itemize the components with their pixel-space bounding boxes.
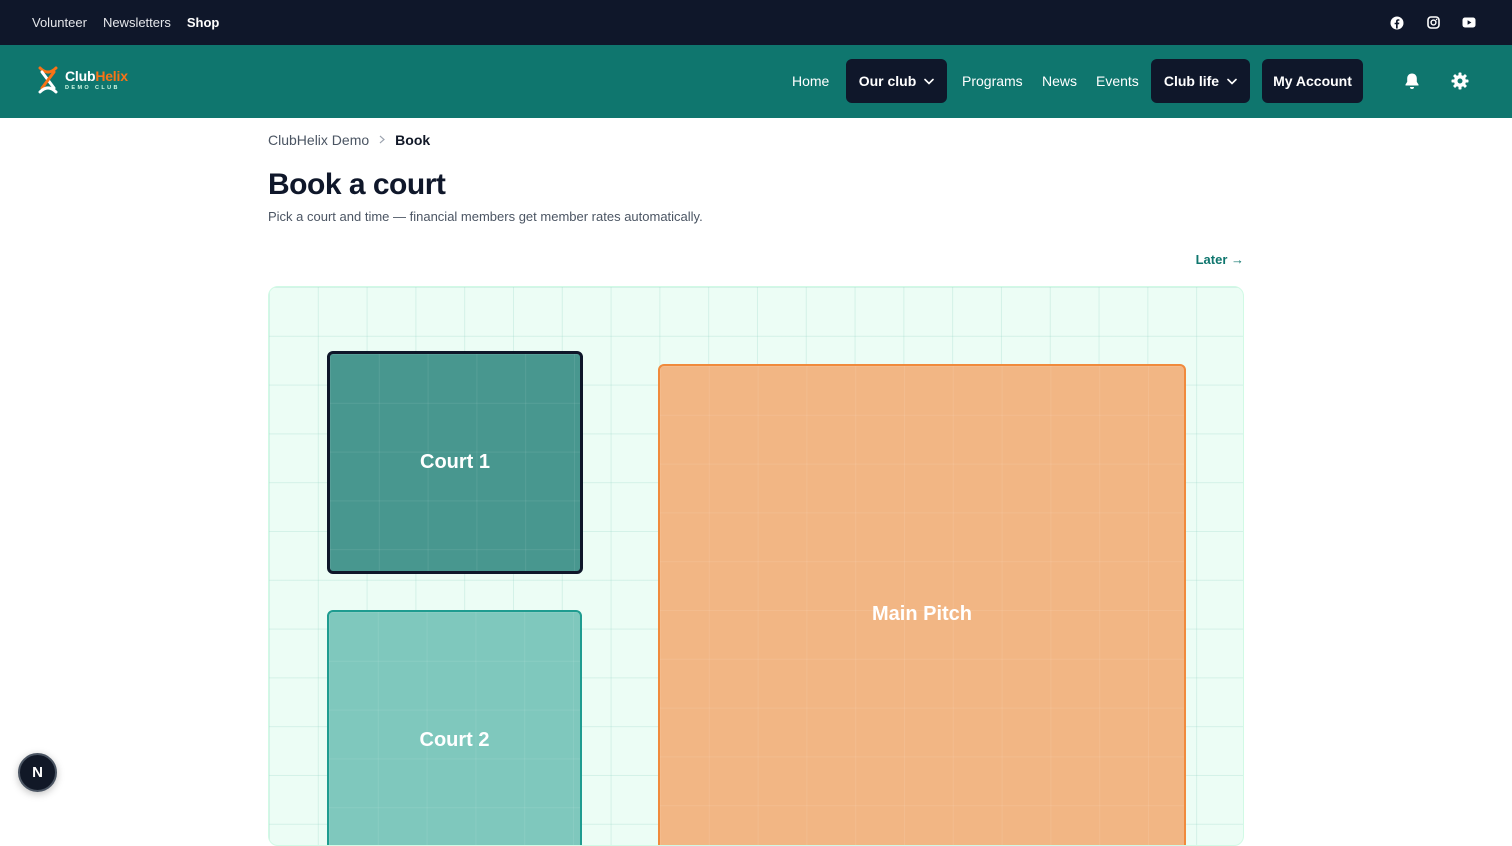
utility-links: Volunteer Newsletters Shop [32, 15, 219, 30]
shop-link[interactable]: Shop [187, 15, 220, 30]
facebook-icon[interactable] [1390, 16, 1404, 30]
instagram-icon[interactable] [1426, 16, 1440, 30]
nav-programs[interactable]: Programs [962, 73, 1023, 89]
chevron-down-icon [924, 78, 935, 85]
gear-icon[interactable] [1451, 72, 1469, 90]
breadcrumb-parent[interactable]: ClubHelix Demo [268, 132, 369, 148]
nav-items: Home Our club Programs News Events Club … [0, 45, 1512, 118]
main-pitch-label: Main Pitch [871, 602, 972, 625]
youtube-icon[interactable] [1462, 16, 1476, 30]
court-1-tile[interactable]: Court 1 [327, 351, 583, 574]
nav-club-life-label: Club life [1163, 73, 1220, 89]
breadcrumb: ClubHelix Demo Book [268, 132, 430, 148]
page-subtitle: Pick a court and time — financial member… [268, 209, 703, 224]
nav-our-club-label: Our club [858, 73, 917, 89]
court-map: Court 1 Court 2 Main Pitch [268, 286, 1244, 846]
newsletters-link[interactable]: Newsletters [103, 15, 171, 30]
dev-tools-badge[interactable]: N [18, 753, 57, 792]
main-nav: ClubHelix DEMO CLUB Home Our club Progra… [0, 45, 1512, 118]
utility-bar: Volunteer Newsletters Shop [0, 0, 1512, 45]
volunteer-link[interactable]: Volunteer [32, 15, 87, 30]
page-title: Book a court [268, 168, 446, 201]
social-links [1390, 0, 1476, 45]
main-pitch-tile[interactable]: Main Pitch [658, 364, 1186, 845]
nav-club-life[interactable]: Club life [1151, 59, 1250, 103]
chevron-down-icon [1227, 78, 1237, 85]
breadcrumb-current: Book [395, 132, 431, 148]
court-2-label: Court 2 [419, 728, 490, 751]
nav-news[interactable]: News [1042, 73, 1077, 89]
nav-events[interactable]: Events [1096, 73, 1139, 89]
dev-tools-badge-label: N [32, 764, 43, 781]
court-1-label: Court 1 [420, 451, 490, 473]
nav-our-club[interactable]: Our club [846, 59, 947, 103]
later-link[interactable]: Later → [1196, 252, 1244, 267]
chevron-right-icon [379, 133, 386, 147]
bell-icon[interactable] [1403, 72, 1421, 90]
nav-home[interactable]: Home [792, 73, 829, 89]
my-account-button[interactable]: My Account [1262, 59, 1363, 103]
my-account-label: My Account [1273, 73, 1352, 89]
court-2-tile[interactable]: Court 2 [327, 610, 582, 845]
